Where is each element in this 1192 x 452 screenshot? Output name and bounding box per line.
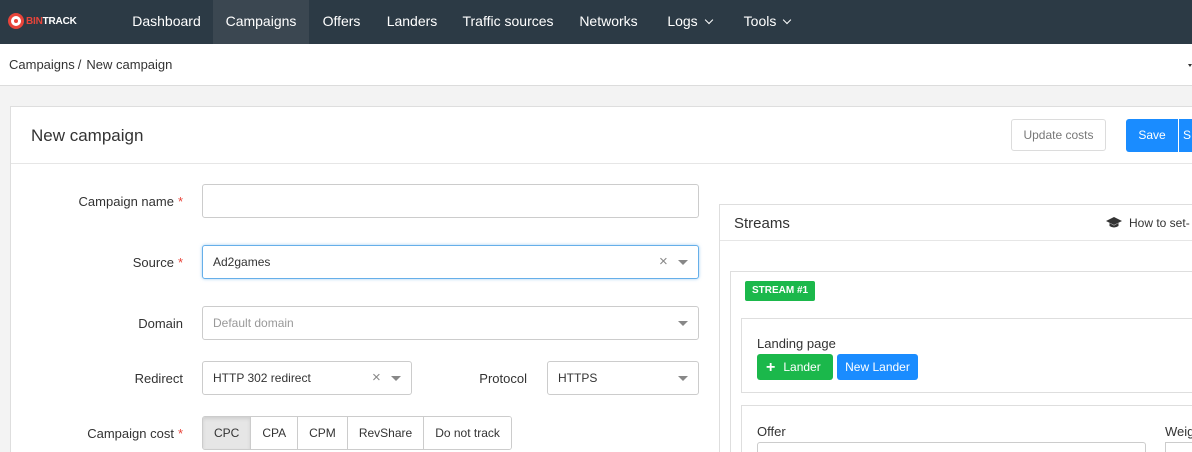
new-lander-button[interactable]: New Lander (837, 354, 918, 380)
nav-networks[interactable]: Networks (566, 0, 651, 44)
weight-title: Weig (1165, 424, 1192, 439)
how-to-link[interactable]: How to set- (1106, 216, 1190, 230)
campaign-name-input[interactable] (202, 184, 699, 218)
source-label: Source * (132, 255, 183, 270)
graduation-cap-icon (1106, 217, 1122, 228)
caret-down-icon[interactable] (391, 376, 401, 381)
domain-label: Domain (138, 316, 183, 331)
caret-down-icon[interactable] (678, 321, 688, 326)
protocol-value: HTTPS (558, 371, 598, 385)
required-mark: * (177, 194, 183, 209)
update-costs-button[interactable]: Update costs (1011, 119, 1106, 151)
plus-icon: + (766, 359, 776, 376)
cost-option-do-not-track[interactable]: Do not track (424, 417, 511, 449)
breadcrumb-parent[interactable]: Campaigns (9, 57, 75, 72)
caret-down-icon[interactable] (678, 376, 688, 381)
campaign-cost-label: Campaign cost * (87, 426, 183, 441)
source-value: Ad2games (213, 255, 271, 269)
nav-tools[interactable]: Tools (728, 0, 806, 44)
cost-option-revshare[interactable]: RevShare (347, 417, 425, 449)
nav-dashboard[interactable]: Dashboard (120, 0, 213, 44)
offer-select[interactable] (757, 442, 1146, 452)
landing-page-title: Landing page (757, 336, 836, 351)
page-title: New campaign (31, 126, 144, 145)
add-lander-button[interactable]: + Lander (757, 354, 833, 380)
caret-down-icon[interactable] (678, 260, 688, 265)
campaign-cost-toggle: CPC CPA CPM RevShare Do not track (202, 416, 512, 450)
nav-campaigns[interactable]: Campaigns (213, 0, 309, 44)
stream-badge: STREAM #1 (745, 281, 816, 301)
cost-option-cpm[interactable]: CPM (298, 417, 348, 449)
redirect-value: HTTP 302 redirect (213, 371, 311, 385)
protocol-label: Protocol (479, 371, 527, 386)
breadcrumb-current: New campaign (86, 57, 173, 72)
redirect-select[interactable]: HTTP 302 redirect × (202, 361, 412, 395)
logo-icon (8, 13, 24, 29)
logo-text: BINTRACK (26, 15, 77, 27)
breadcrumb-bar: Campaigns / New campaign (0, 44, 1192, 86)
weight-input[interactable] (1165, 442, 1192, 452)
cost-option-cpa[interactable]: CPA (251, 417, 299, 449)
panel-header: New campaign Update costs Save S (11, 107, 1192, 164)
domain-placeholder: Default domain (213, 316, 294, 330)
nav-traffic-sources[interactable]: Traffic sources (450, 0, 566, 44)
logo[interactable]: BINTRACK (8, 12, 77, 30)
nav-landers[interactable]: Landers (374, 0, 450, 44)
clear-icon[interactable]: × (659, 246, 668, 278)
chevron-down-icon (783, 15, 792, 25)
save-secondary-button[interactable]: S (1179, 119, 1192, 152)
source-select[interactable]: Ad2games × (202, 245, 699, 279)
save-button[interactable]: Save (1126, 119, 1178, 152)
breadcrumb: Campaigns / New campaign (9, 57, 172, 72)
offer-title: Offer (757, 424, 786, 439)
campaign-name-label: Campaign name * (78, 194, 183, 209)
streams-title: Streams (734, 215, 790, 232)
clear-icon[interactable]: × (372, 362, 381, 394)
chevron-down-icon (704, 15, 713, 25)
breadcrumb-separator: / (77, 57, 82, 72)
required-mark: * (177, 426, 183, 441)
top-nav: BINTRACK Dashboard Campaigns Offers Land… (0, 0, 1192, 44)
caret-down-icon[interactable] (1188, 64, 1192, 67)
nav-logs[interactable]: Logs (651, 0, 728, 44)
streams-header: Streams How to set- (720, 205, 1192, 241)
required-mark: * (177, 255, 183, 270)
redirect-label: Redirect (134, 371, 183, 386)
domain-select[interactable]: Default domain (202, 306, 699, 340)
nav-offers[interactable]: Offers (309, 0, 374, 44)
protocol-select[interactable]: HTTPS (547, 361, 699, 395)
cost-option-cpc[interactable]: CPC (203, 417, 252, 449)
